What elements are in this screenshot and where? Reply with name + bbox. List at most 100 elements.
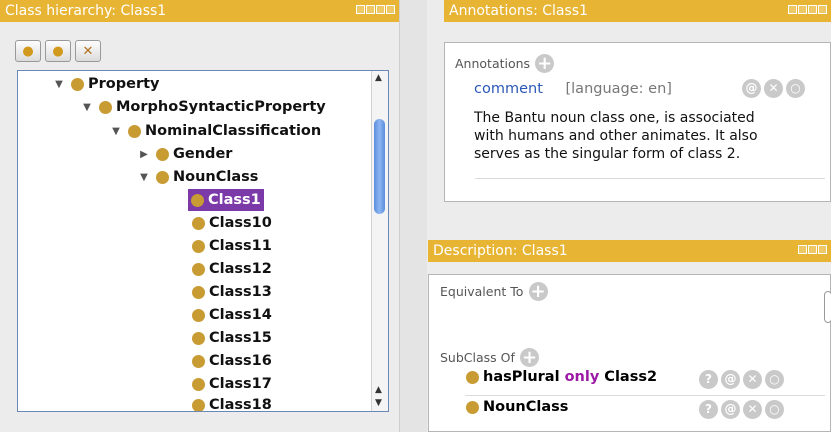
close-view-icon[interactable] xyxy=(818,5,827,14)
edit-icon[interactable]: ○ xyxy=(786,79,805,98)
tree-node-property[interactable]: ▼ Property xyxy=(52,73,159,95)
class-icon xyxy=(192,308,205,322)
delete-class-button[interactable]: ✕ xyxy=(75,40,101,62)
class-icon xyxy=(192,285,205,299)
delete-icon[interactable]: ✕ xyxy=(743,370,762,389)
explain-icon[interactable]: ? xyxy=(699,400,718,419)
class-icon xyxy=(128,124,141,138)
right-edge-scrollbar[interactable] xyxy=(824,291,831,323)
annotation-text-line: serves as the singular form of class 2. xyxy=(474,146,741,162)
class-hierarchy-panel: Class hierarchy: Class1 ● ● ✕ ▼ Property … xyxy=(0,0,399,432)
subclass-row-hasplural[interactable]: hasPlural only Class2 xyxy=(466,369,657,385)
window-controls xyxy=(356,5,395,14)
view-menu-icon[interactable] xyxy=(356,5,365,14)
view-menu-icon[interactable] xyxy=(798,245,807,254)
annotations-header: Annotations + xyxy=(455,53,555,73)
minimize-icon[interactable] xyxy=(808,5,817,14)
class-hierarchy-title: Class hierarchy: Class1 xyxy=(5,3,167,19)
class-tree[interactable]: ▼ Property ▼ MorphoSyntacticProperty ▼ Nomi… xyxy=(17,70,389,412)
tree-node-nominalclassification[interactable]: ▼ NominalClassification xyxy=(109,120,321,142)
minimize-icon[interactable] xyxy=(376,5,385,14)
tree-node-label: Class14 xyxy=(209,307,272,323)
view-menu-icon[interactable] xyxy=(788,5,797,14)
row-divider xyxy=(465,395,825,396)
description-title: Description: Class1 xyxy=(433,243,568,259)
tree-node-class11[interactable]: Class11 xyxy=(192,235,272,257)
delete-icon[interactable]: ✕ xyxy=(764,79,783,98)
annotations-panel: Annotations: Class1 Annotations + commen… xyxy=(427,0,831,218)
class-icon xyxy=(192,398,205,411)
tree-node-class15[interactable]: Class15 xyxy=(192,327,272,349)
add-annotation-icon[interactable]: + xyxy=(535,54,555,73)
add-equivalent-icon[interactable]: + xyxy=(528,282,548,301)
delete-class-icon: ✕ xyxy=(82,43,94,59)
tree-node-label: Class17 xyxy=(209,376,272,392)
property-name: hasPlural xyxy=(483,369,560,385)
close-view-icon[interactable] xyxy=(386,5,395,14)
annotation-text: The Bantu noun class one, is associated … xyxy=(474,109,758,163)
annotation-property[interactable]: comment xyxy=(474,81,543,97)
tree-node-label: Class1 xyxy=(208,192,261,208)
window-controls xyxy=(788,5,827,14)
close-view-icon[interactable] xyxy=(818,245,827,254)
annotation-text-line: with humans and other animates. It also xyxy=(474,128,758,144)
subclass-row-nounclass[interactable]: NounClass xyxy=(466,399,568,415)
tree-node-morphosyntacticproperty[interactable]: ▼ MorphoSyntacticProperty xyxy=(80,96,326,118)
tree-node-nounclass[interactable]: ▼ NounClass xyxy=(137,166,258,188)
add-superclass-icon[interactable]: + xyxy=(519,348,539,367)
description-panel: Description: Class1 Equivalent To + SubC… xyxy=(427,218,831,432)
tree-node-class10[interactable]: Class10 xyxy=(192,212,272,234)
hierarchy-toolbar: ● ● ✕ xyxy=(15,40,101,62)
tree-node-class13[interactable]: Class13 xyxy=(192,281,272,303)
tree-node-class1-selected[interactable]: Class1 xyxy=(188,189,264,211)
annotations-content: Annotations + comment [language: en] @ ✕… xyxy=(444,42,831,202)
scroll-down-icon[interactable]: ▼ xyxy=(375,398,382,408)
tree-scrollbar[interactable]: ▲ ▲ ▼ xyxy=(371,71,388,411)
tree-node-gender[interactable]: ▶ Gender xyxy=(137,143,232,165)
view-menu-icon[interactable] xyxy=(366,5,375,14)
tree-node-label: Gender xyxy=(173,146,233,162)
tree-node-class18[interactable]: Class18 xyxy=(192,394,272,412)
class-name: NounClass xyxy=(483,399,569,415)
add-sibling-button[interactable]: ● xyxy=(45,40,71,62)
scrollbar-thumb[interactable] xyxy=(374,119,385,214)
edit-icon[interactable]: ○ xyxy=(765,370,784,389)
annotate-icon[interactable]: @ xyxy=(742,79,761,98)
tree-node-label: NounClass xyxy=(173,169,259,185)
class-icon xyxy=(466,400,479,414)
annotate-icon[interactable]: @ xyxy=(721,370,740,389)
explain-icon[interactable]: ? xyxy=(699,370,718,389)
scroll-up-icon[interactable]: ▲ xyxy=(375,73,382,83)
class-icon xyxy=(192,262,205,276)
class-icon xyxy=(192,377,205,391)
tree-node-class14[interactable]: Class14 xyxy=(192,304,272,326)
class-icon xyxy=(192,216,205,230)
class-name: Class2 xyxy=(604,369,658,385)
annotation-language: [language: en] xyxy=(565,81,672,97)
class-icon xyxy=(191,193,204,207)
expand-toggle-icon[interactable]: ▶ xyxy=(137,149,151,160)
tree-node-class16[interactable]: Class16 xyxy=(192,350,272,372)
annotate-icon[interactable]: @ xyxy=(721,400,740,419)
annotation-text-line: The Bantu noun class one, is associated xyxy=(474,110,755,126)
delete-icon[interactable]: ✕ xyxy=(743,400,762,419)
class-icon xyxy=(156,147,169,161)
class-icon xyxy=(466,370,479,384)
edit-icon[interactable]: ○ xyxy=(765,400,784,419)
expand-toggle-icon[interactable]: ▼ xyxy=(137,172,151,183)
expand-toggle-icon[interactable]: ▼ xyxy=(109,126,123,137)
expand-toggle-icon[interactable]: ▼ xyxy=(52,79,66,90)
tree-node-class17[interactable]: Class17 xyxy=(192,373,272,395)
split-divider[interactable] xyxy=(399,0,428,432)
minimize-icon[interactable] xyxy=(808,245,817,254)
annotation-row: comment [language: en] xyxy=(474,81,672,97)
tree-node-label: Class18 xyxy=(209,397,272,412)
class-hierarchy-titlebar: Class hierarchy: Class1 xyxy=(0,0,399,22)
add-subclass-button[interactable]: ● xyxy=(15,40,41,62)
class-icon xyxy=(99,100,112,114)
tree-node-class12[interactable]: Class12 xyxy=(192,258,272,280)
annotations-label: Annotations xyxy=(455,56,531,71)
scroll-up-icon[interactable]: ▲ xyxy=(375,385,382,395)
expand-toggle-icon[interactable]: ▼ xyxy=(80,102,94,113)
view-menu-icon[interactable] xyxy=(798,5,807,14)
